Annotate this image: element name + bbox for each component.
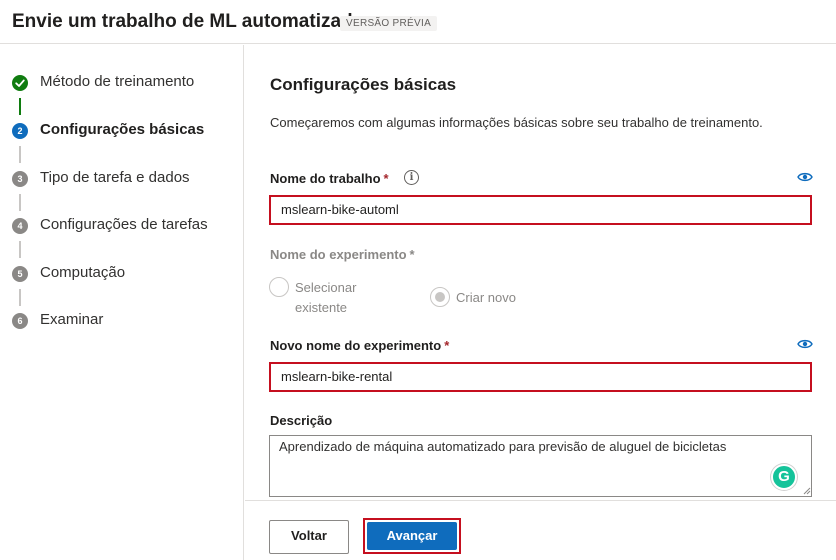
step-training-method[interactable]: Método de treinamento [0, 68, 244, 98]
experiment-name-label: Nome do experimento * [270, 247, 415, 262]
step-basic-settings[interactable]: 2 Configurações básicas [0, 116, 244, 146]
experiment-name-label-text: Nome do experimento [270, 247, 407, 262]
resize-grip-icon[interactable] [802, 486, 811, 495]
radio-select-existing[interactable]: Selecionar existente [269, 277, 399, 317]
step-review[interactable]: 6 Examinar [0, 306, 244, 336]
step-label: Método de treinamento [40, 73, 195, 90]
check-icon [12, 75, 28, 91]
basic-settings-form: Configurações básicas Começaremos com al… [245, 45, 836, 500]
wizard-steps-sidebar: Método de treinamento 2 Configurações bá… [0, 45, 244, 560]
new-experiment-name-label-text: Novo nome do experimento [270, 338, 442, 353]
info-icon[interactable]: i [404, 170, 419, 185]
form-footer: Voltar Avançar [245, 500, 836, 560]
back-button[interactable]: Voltar [269, 520, 349, 554]
required-mark: * [409, 247, 415, 262]
step-label: Computação [40, 264, 126, 281]
job-name-label: Nome do trabalho * [270, 171, 389, 186]
required-mark: * [444, 338, 450, 353]
step-label: Examinar [40, 311, 104, 328]
radio-label: Criar novo [456, 290, 516, 305]
next-button-highlight: Avançar [363, 518, 461, 554]
description-label: Descrição [270, 413, 333, 428]
next-button[interactable]: Avançar [367, 522, 457, 550]
step-number-badge: 4 [12, 218, 28, 234]
radio-create-new[interactable]: Criar novo [430, 287, 540, 309]
step-task-type-data[interactable]: 3 Tipo de tarefa e dados [0, 164, 244, 194]
step-number-badge: 6 [12, 313, 28, 329]
radio-label: Selecionar existente [295, 280, 357, 315]
eye-icon[interactable] [797, 171, 813, 183]
page-title: Envie um trabalho de ML automatizado [12, 11, 365, 32]
step-compute[interactable]: 5 Computação [0, 259, 244, 289]
new-experiment-name-label: Novo nome do experimento * [270, 338, 449, 353]
radio-selected-dot [435, 292, 445, 302]
step-label: Configurações de tarefas [40, 216, 208, 233]
step-number-badge: 5 [12, 266, 28, 282]
step-task-settings[interactable]: 4 Configurações de tarefas [0, 211, 244, 241]
step-connector [19, 241, 21, 258]
eye-icon[interactable] [797, 338, 813, 350]
grammarly-icon[interactable]: G [771, 464, 797, 490]
intro-text: Começaremos com algumas informações bási… [270, 115, 763, 130]
step-number-badge: 3 [12, 171, 28, 187]
new-experiment-name-input[interactable]: mslearn-bike-rental [269, 362, 812, 392]
step-connector [19, 194, 21, 211]
step-connector [19, 98, 21, 115]
page-header: Envie um trabalho de ML automatizado VER… [0, 0, 836, 44]
description-textarea[interactable]: Aprendizado de máquina automatizado para… [269, 435, 812, 497]
step-connector [19, 289, 21, 306]
step-number-badge: 2 [12, 123, 28, 139]
job-name-label-text: Nome do trabalho [270, 171, 381, 186]
step-label: Tipo de tarefa e dados [40, 169, 190, 186]
radio-button[interactable] [430, 287, 450, 307]
radio-button[interactable] [269, 277, 289, 297]
required-mark: * [383, 171, 389, 186]
step-connector [19, 146, 21, 163]
section-title: Configurações básicas [270, 75, 457, 94]
step-label: Configurações básicas [40, 121, 205, 138]
job-name-input[interactable]: mslearn-bike-automl [269, 195, 812, 225]
preview-badge: VERSÃO PRÉVIA [340, 16, 438, 31]
